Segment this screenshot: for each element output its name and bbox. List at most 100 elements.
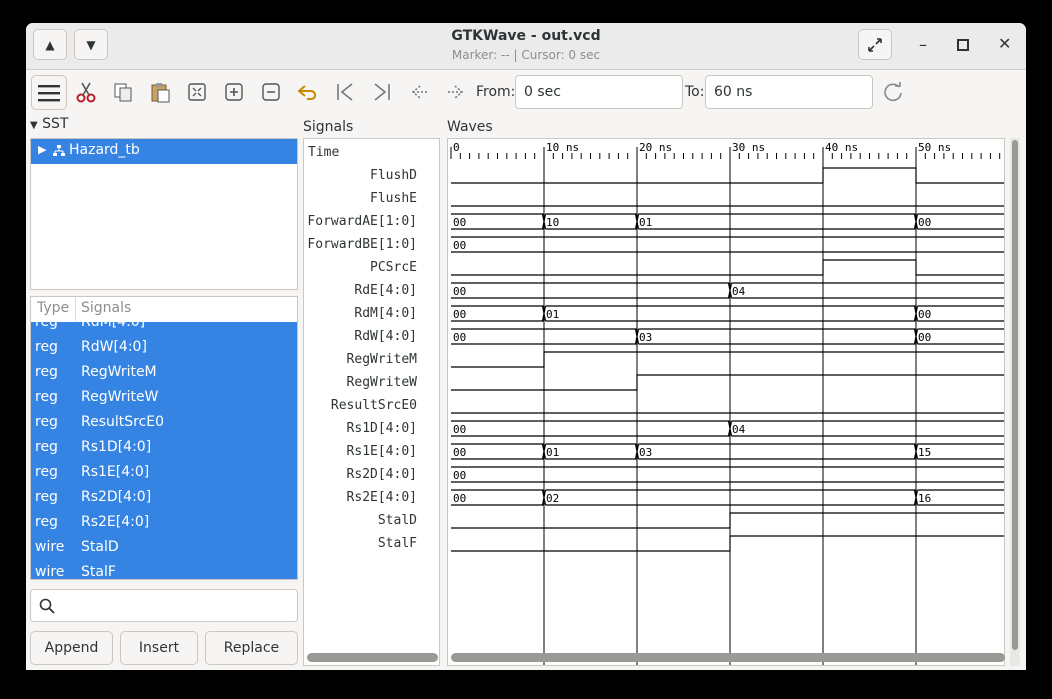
bit-trace xyxy=(451,374,1004,391)
bit-trace xyxy=(451,167,1004,184)
waves-h-scrollbar[interactable] xyxy=(451,653,1005,662)
list-item[interactable]: reg Rs1D[4:0] xyxy=(31,435,297,460)
reload-icon[interactable] xyxy=(881,80,905,104)
list-item[interactable]: wire StalD xyxy=(31,535,297,560)
list-item[interactable]: reg RegWriteM xyxy=(31,360,297,385)
sst-tree: ▶ Hazard_tb xyxy=(30,138,298,290)
from-label: From: xyxy=(476,84,516,100)
bus-value: 02 xyxy=(546,492,559,505)
replace-button[interactable]: Replace xyxy=(205,631,298,665)
bit-trace xyxy=(451,535,1004,552)
list-item-type: reg xyxy=(35,514,58,530)
signal-name[interactable]: RdM[4:0] xyxy=(354,302,417,325)
bit-trace xyxy=(451,351,1004,368)
hierarchy-icon xyxy=(53,145,65,156)
signal-name[interactable]: Rs2D[4:0] xyxy=(347,463,417,486)
signal-name[interactable]: RdE[4:0] xyxy=(354,279,417,302)
signal-name[interactable]: FlushD xyxy=(370,164,417,187)
list-item[interactable]: reg RdM[4:0] xyxy=(31,310,297,335)
list-item-signal: Rs2D[4:0] xyxy=(81,489,152,505)
to-field[interactable]: 60 ns xyxy=(705,75,873,109)
go-back-icon[interactable] xyxy=(407,80,431,104)
signal-name[interactable]: StalD xyxy=(378,509,417,532)
list-item-signal: StalD xyxy=(81,539,119,555)
list-item-signal: Rs1D[4:0] xyxy=(81,439,152,455)
hamburger-icon xyxy=(38,84,60,101)
list-item[interactable]: reg Rs2E[4:0] xyxy=(31,510,297,535)
bus-value: 15 xyxy=(918,446,931,459)
bus-value: 00 xyxy=(918,216,931,229)
list-item-type: reg xyxy=(35,339,58,355)
fullscreen-icon xyxy=(868,37,882,52)
list-item-type: wire xyxy=(35,539,65,555)
signal-name[interactable]: RdW[4:0] xyxy=(354,325,417,348)
list-item[interactable]: reg ResultSrcE0 xyxy=(31,410,297,435)
to-label: To: xyxy=(685,84,705,100)
list-item[interactable]: reg Rs1E[4:0] xyxy=(31,460,297,485)
bit-trace xyxy=(451,259,1004,276)
signal-name[interactable]: ForwardAE[1:0] xyxy=(307,210,417,233)
bus-value: 00 xyxy=(918,308,931,321)
cut-icon[interactable] xyxy=(74,80,98,104)
bus-trace xyxy=(545,489,916,506)
signal-name[interactable]: ResultSrcE0 xyxy=(331,394,417,417)
bus-value: 16 xyxy=(918,492,931,505)
tick-label: 20 ns xyxy=(639,141,672,154)
signal-type-list: Type Signals reg RdM[4:0] reg RdW[4:0] reg… xyxy=(30,296,298,580)
waves-panel: 010 ns20 ns30 ns40 ns50 ns60 ns001001000… xyxy=(447,138,1005,666)
copy-icon[interactable] xyxy=(111,80,135,104)
waves-header: Waves xyxy=(447,119,493,135)
list-item[interactable]: wire StalF xyxy=(31,560,297,579)
waveform-canvas[interactable]: 010 ns20 ns30 ns40 ns50 ns60 ns001001000… xyxy=(448,139,1004,665)
bus-value: 00 xyxy=(453,285,466,298)
bus-value: 04 xyxy=(732,423,746,436)
close-icon[interactable]: ✕ xyxy=(998,34,1011,53)
zoom-in-icon[interactable] xyxy=(222,80,246,104)
list-item[interactable]: reg RegWriteW xyxy=(31,385,297,410)
list-item-type: reg xyxy=(35,364,58,380)
go-start-icon[interactable] xyxy=(333,80,357,104)
bus-value: 00 xyxy=(453,308,466,321)
fullscreen-button[interactable] xyxy=(858,29,892,60)
insert-button[interactable]: Insert xyxy=(120,631,198,665)
signal-name[interactable]: StalF xyxy=(378,532,417,555)
signal-name[interactable]: RegWriteW xyxy=(347,371,417,394)
append-button[interactable]: Append xyxy=(30,631,113,665)
minimize-icon[interactable]: – xyxy=(919,35,927,54)
list-item-type: reg xyxy=(35,439,58,455)
list-item-type: reg xyxy=(35,414,58,430)
bus-value: 03 xyxy=(639,446,652,459)
bus-trace xyxy=(731,420,1004,437)
signal-name[interactable]: RegWriteM xyxy=(347,348,417,371)
signal-name[interactable]: PCSrcE xyxy=(370,256,417,279)
maximize-icon[interactable] xyxy=(957,36,969,55)
search-input[interactable] xyxy=(30,589,298,622)
bus-value: 00 xyxy=(918,331,931,344)
bus-value: 00 xyxy=(453,492,466,505)
signal-name[interactable]: ForwardBE[1:0] xyxy=(307,233,417,256)
go-end-icon[interactable] xyxy=(370,80,394,104)
signal-name[interactable]: Rs1D[4:0] xyxy=(347,417,417,440)
bus-value: 00 xyxy=(453,469,466,482)
bus-trace xyxy=(451,420,730,437)
list-item[interactable]: reg RdW[4:0] xyxy=(31,335,297,360)
undo-icon[interactable] xyxy=(296,80,320,104)
waves-v-scrollbar[interactable] xyxy=(1012,140,1018,650)
bus-value: 01 xyxy=(546,308,559,321)
go-forward-icon[interactable] xyxy=(444,80,468,104)
bus-value: 04 xyxy=(732,285,746,298)
signal-name[interactable]: Rs1E[4:0] xyxy=(347,440,417,463)
signal-name[interactable]: FlushE xyxy=(370,187,417,210)
zoom-fit-icon[interactable] xyxy=(185,80,209,104)
from-field[interactable]: 0 sec xyxy=(515,75,683,109)
bus-trace xyxy=(638,213,916,230)
search-icon xyxy=(39,598,55,614)
tree-item-hazard-tb[interactable]: ▶ Hazard_tb xyxy=(31,139,297,164)
signals-scrollbar[interactable] xyxy=(307,653,438,662)
menu-button[interactable] xyxy=(31,75,67,110)
list-item[interactable]: reg Rs2D[4:0] xyxy=(31,485,297,510)
paste-icon[interactable] xyxy=(148,80,172,104)
zoom-out-icon[interactable] xyxy=(259,80,283,104)
signal-name[interactable]: Rs2E[4:0] xyxy=(347,486,417,509)
sst-header[interactable]: ▼ SST xyxy=(30,116,68,136)
